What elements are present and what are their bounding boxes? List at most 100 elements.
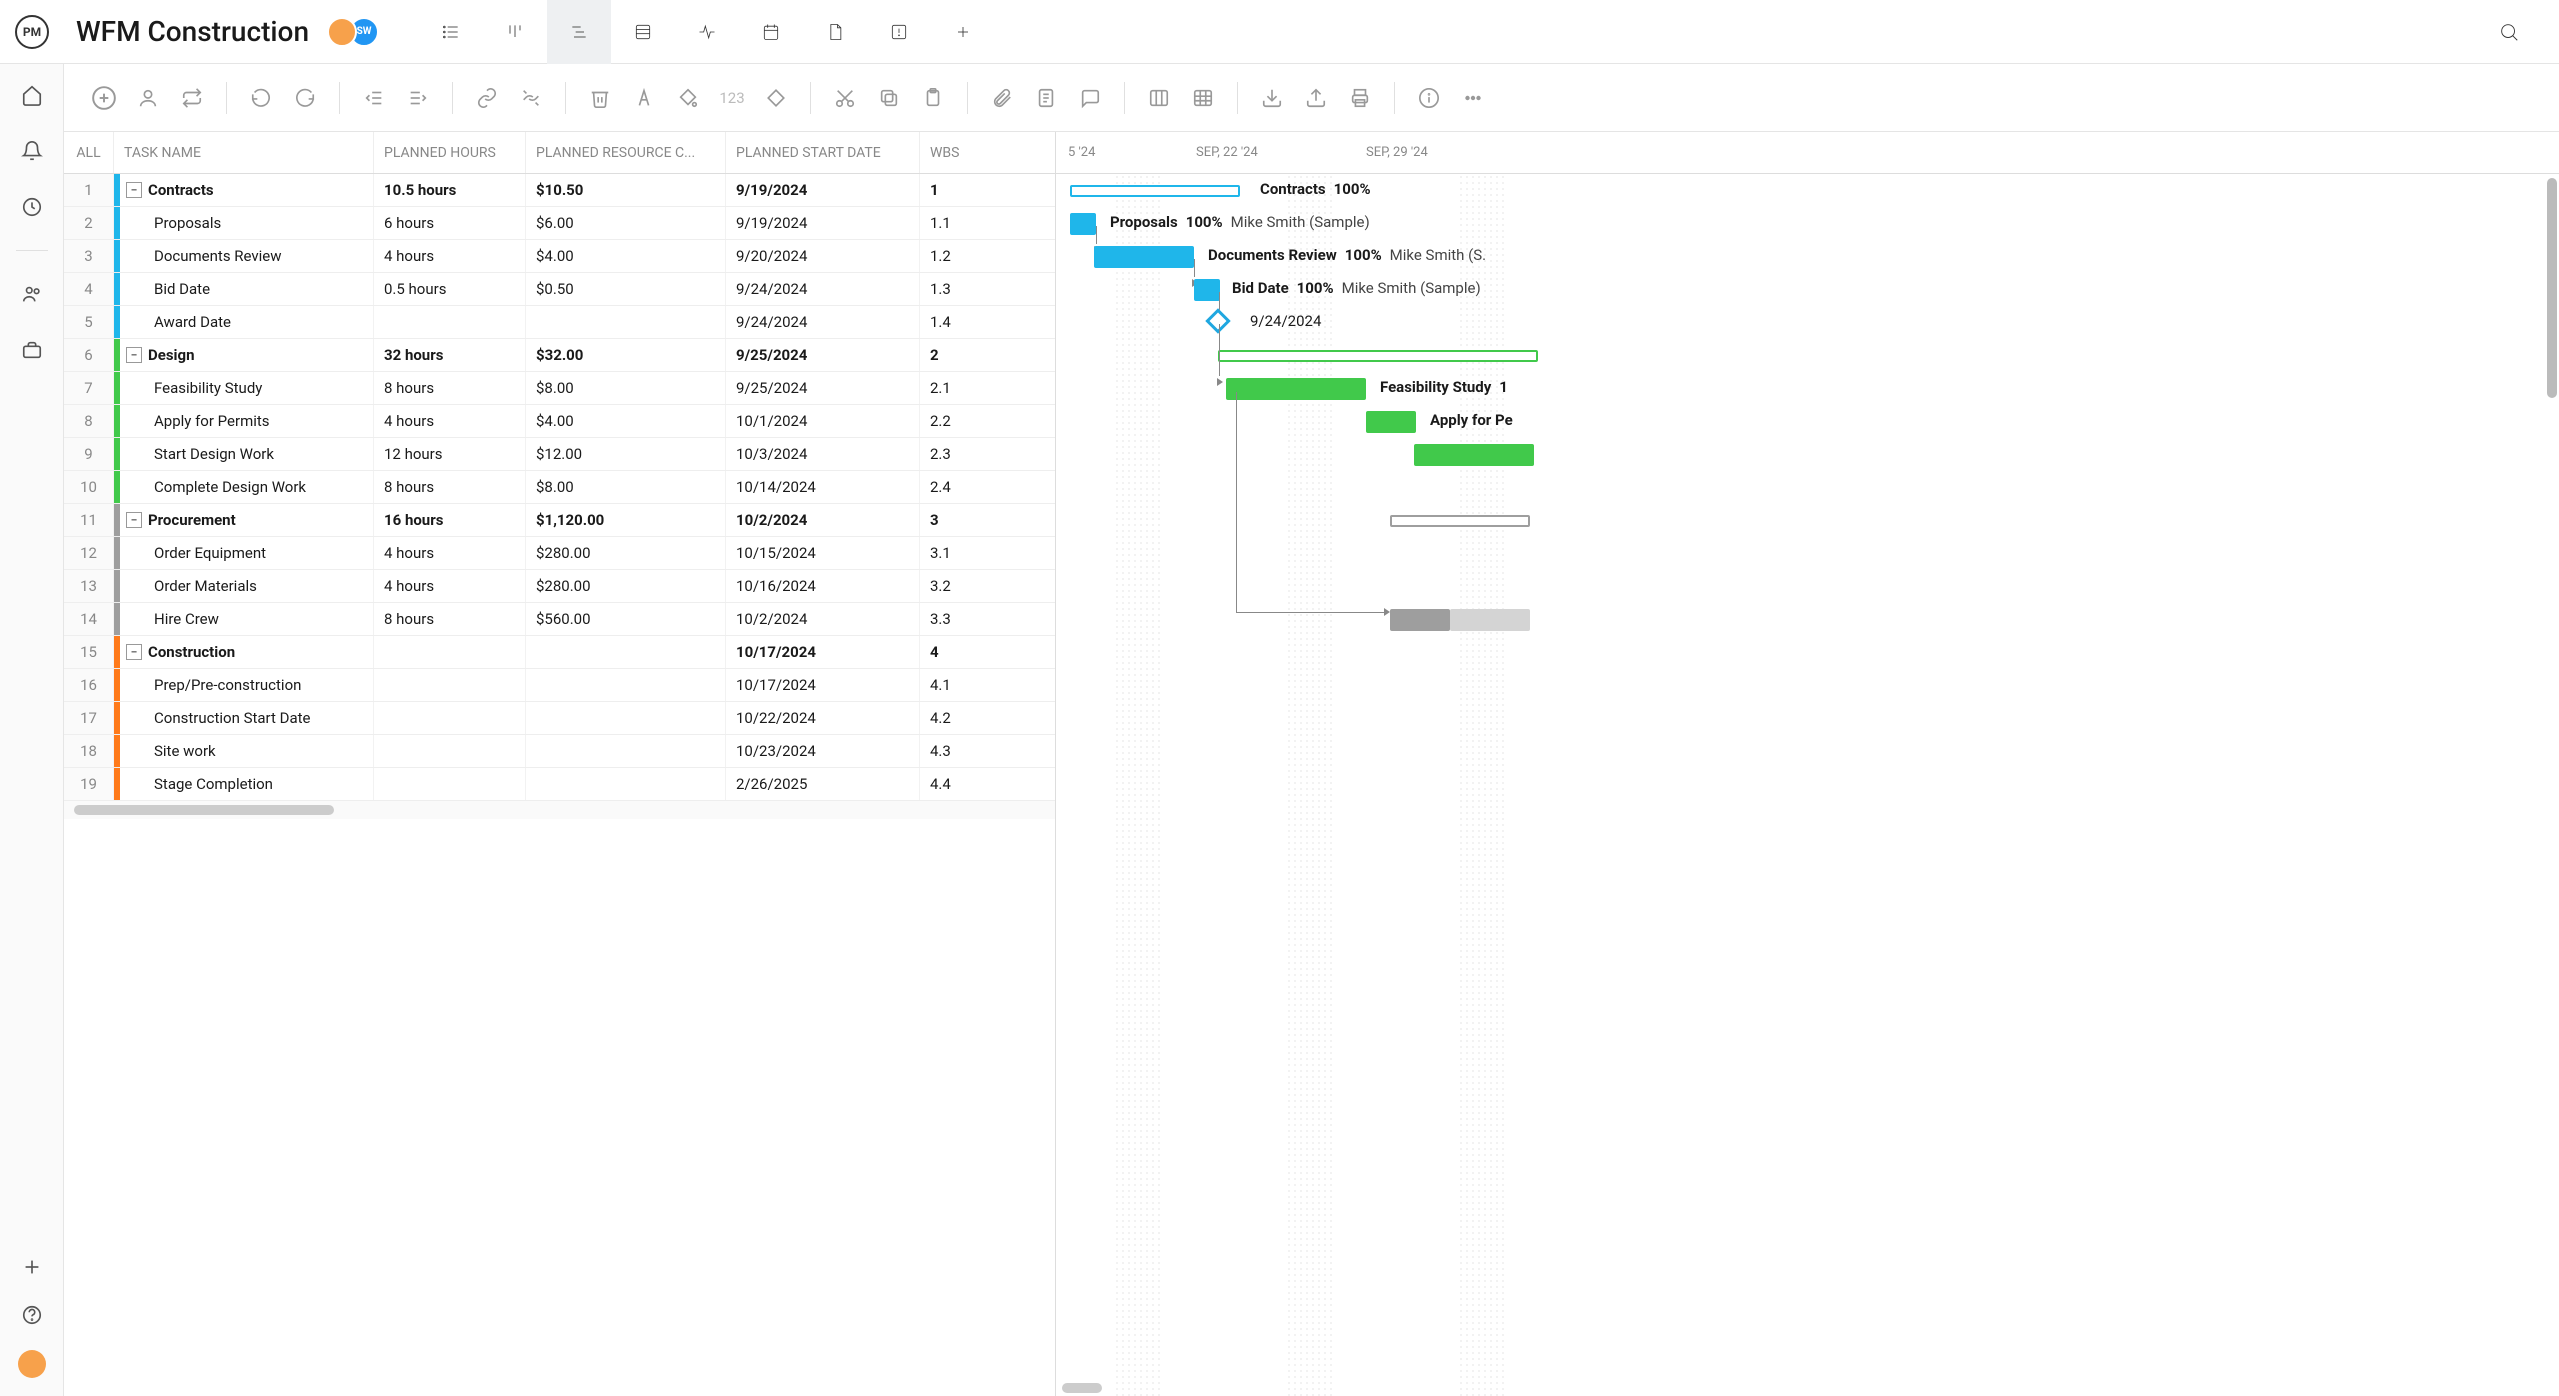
col-header-wbs[interactable]: WBS: [920, 132, 980, 173]
assign-button[interactable]: [130, 80, 166, 116]
table-row[interactable]: 4Bid Date0.5 hours$0.509/24/20241.3: [64, 273, 1055, 306]
table-row[interactable]: 7Feasibility Study8 hours$8.009/25/20242…: [64, 372, 1055, 405]
nav-team-icon[interactable]: [19, 281, 45, 307]
col-header-hours[interactable]: PLANNED HOURS: [374, 132, 526, 173]
app-logo[interactable]: PM: [8, 8, 56, 56]
view-calendar-icon[interactable]: [739, 0, 803, 64]
user-avatar[interactable]: [18, 1350, 46, 1378]
view-risk-icon[interactable]: [867, 0, 931, 64]
timeline-label: SEP, 29 '24: [1366, 145, 1428, 160]
info-button[interactable]: [1411, 80, 1447, 116]
table-button[interactable]: [1185, 80, 1221, 116]
gantt-task-bar[interactable]: [1450, 609, 1530, 631]
view-tabs: [419, 0, 995, 63]
gantt-task-bar[interactable]: [1366, 411, 1416, 433]
timeline-label: 5 '24: [1068, 145, 1095, 160]
table-row[interactable]: 10Complete Design Work8 hours$8.0010/14/…: [64, 471, 1055, 504]
gantt-summary-bar[interactable]: [1070, 185, 1240, 197]
nav-time-icon[interactable]: [19, 194, 45, 220]
gantt-horizontal-scrollbar[interactable]: [1056, 1382, 1102, 1394]
collapse-toggle[interactable]: −: [126, 347, 142, 363]
table-row[interactable]: 18Site work10/23/20244.3: [64, 735, 1055, 768]
task-grid: ALL TASK NAME PLANNED HOURS PLANNED RESO…: [64, 132, 1056, 1396]
view-list-icon[interactable]: [419, 0, 483, 64]
view-file-icon[interactable]: [803, 0, 867, 64]
print-button[interactable]: [1342, 80, 1378, 116]
nav-help-icon[interactable]: [19, 1302, 45, 1328]
table-row[interactable]: 8Apply for Permits4 hours$4.0010/1/20242…: [64, 405, 1055, 438]
table-row[interactable]: 15−Construction10/17/20244: [64, 636, 1055, 669]
gantt-summary-bar[interactable]: [1218, 350, 1538, 362]
gantt-milestone[interactable]: [1205, 308, 1230, 333]
collapse-toggle[interactable]: −: [126, 512, 142, 528]
view-activity-icon[interactable]: [675, 0, 739, 64]
gantt-body[interactable]: Contracts100% Proposals100%Mike Smith (S…: [1056, 174, 2559, 1396]
gantt-task-bar[interactable]: [1070, 213, 1096, 235]
undo-button[interactable]: [243, 80, 279, 116]
horizontal-scrollbar[interactable]: [64, 801, 1055, 819]
gantt-chart[interactable]: 5 '24 SEP, 22 '24 SEP, 29 '24 Contracts1…: [1056, 132, 2559, 1396]
table-row[interactable]: 16Prep/Pre-construction10/17/20244.1: [64, 669, 1055, 702]
cut-button[interactable]: [827, 80, 863, 116]
left-nav: [0, 64, 64, 1396]
nav-briefcase-icon[interactable]: [19, 337, 45, 363]
notes-button[interactable]: [1028, 80, 1064, 116]
add-task-button[interactable]: [86, 80, 122, 116]
nav-add-icon[interactable]: [19, 1254, 45, 1280]
table-row[interactable]: 14Hire Crew8 hours$560.0010/2/20243.3: [64, 603, 1055, 636]
col-header-date[interactable]: PLANNED START DATE: [726, 132, 920, 173]
table-row[interactable]: 13Order Materials4 hours$280.0010/16/202…: [64, 570, 1055, 603]
vertical-scrollbar[interactable]: [2547, 178, 2557, 398]
view-sheet-icon[interactable]: [611, 0, 675, 64]
gantt-task-bar[interactable]: [1414, 444, 1534, 466]
more-button[interactable]: [1455, 80, 1491, 116]
table-row[interactable]: 2Proposals6 hours$6.009/19/20241.1: [64, 207, 1055, 240]
col-header-cost[interactable]: PLANNED RESOURCE C...: [526, 132, 726, 173]
unlink-button[interactable]: [513, 80, 549, 116]
table-row[interactable]: 1−Contracts10.5 hours$10.509/19/20241: [64, 174, 1055, 207]
paste-button[interactable]: [915, 80, 951, 116]
gantt-summary-bar[interactable]: [1390, 515, 1530, 527]
view-add-icon[interactable]: [931, 0, 995, 64]
table-row[interactable]: 3Documents Review4 hours$4.009/20/20241.…: [64, 240, 1055, 273]
outdent-button[interactable]: [356, 80, 392, 116]
gantt-task-bar[interactable]: [1194, 279, 1220, 301]
view-gantt-icon[interactable]: [547, 0, 611, 64]
import-button[interactable]: [1254, 80, 1290, 116]
collapse-toggle[interactable]: −: [126, 644, 142, 660]
milestone-button[interactable]: [758, 80, 794, 116]
table-row[interactable]: 5Award Date9/24/20241.4: [64, 306, 1055, 339]
gantt-task-bar[interactable]: [1226, 378, 1366, 400]
nav-notifications-icon[interactable]: [19, 138, 45, 164]
collapse-toggle[interactable]: −: [126, 182, 142, 198]
project-members[interactable]: SW: [327, 17, 379, 47]
table-row[interactable]: 17Construction Start Date10/22/20244.2: [64, 702, 1055, 735]
col-header-name[interactable]: TASK NAME: [114, 132, 374, 173]
table-row[interactable]: 11−Procurement16 hours$1,120.0010/2/2024…: [64, 504, 1055, 537]
fill-color-button[interactable]: [670, 80, 706, 116]
columns-button[interactable]: [1141, 80, 1177, 116]
table-row[interactable]: 6−Design32 hours$32.009/25/20242: [64, 339, 1055, 372]
col-header-index[interactable]: ALL: [64, 132, 114, 173]
delete-button[interactable]: [582, 80, 618, 116]
recurring-button[interactable]: [174, 80, 210, 116]
search-icon[interactable]: [2485, 8, 2533, 56]
comment-button[interactable]: [1072, 80, 1108, 116]
link-button[interactable]: [469, 80, 505, 116]
table-row[interactable]: 12Order Equipment4 hours$280.0010/15/202…: [64, 537, 1055, 570]
grid-header: ALL TASK NAME PLANNED HOURS PLANNED RESO…: [64, 132, 1055, 174]
toolbar: 123: [64, 64, 2559, 132]
gantt-task-bar[interactable]: [1094, 246, 1194, 268]
nav-home-icon[interactable]: [19, 82, 45, 108]
redo-button[interactable]: [287, 80, 323, 116]
gantt-task-bar[interactable]: [1390, 609, 1450, 631]
clear-format-button[interactable]: 123: [714, 80, 750, 116]
text-color-button[interactable]: [626, 80, 662, 116]
copy-button[interactable]: [871, 80, 907, 116]
table-row[interactable]: 9Start Design Work12 hours$12.0010/3/202…: [64, 438, 1055, 471]
export-button[interactable]: [1298, 80, 1334, 116]
attach-button[interactable]: [984, 80, 1020, 116]
indent-button[interactable]: [400, 80, 436, 116]
table-row[interactable]: 19Stage Completion2/26/20254.4: [64, 768, 1055, 801]
view-board-icon[interactable]: [483, 0, 547, 64]
